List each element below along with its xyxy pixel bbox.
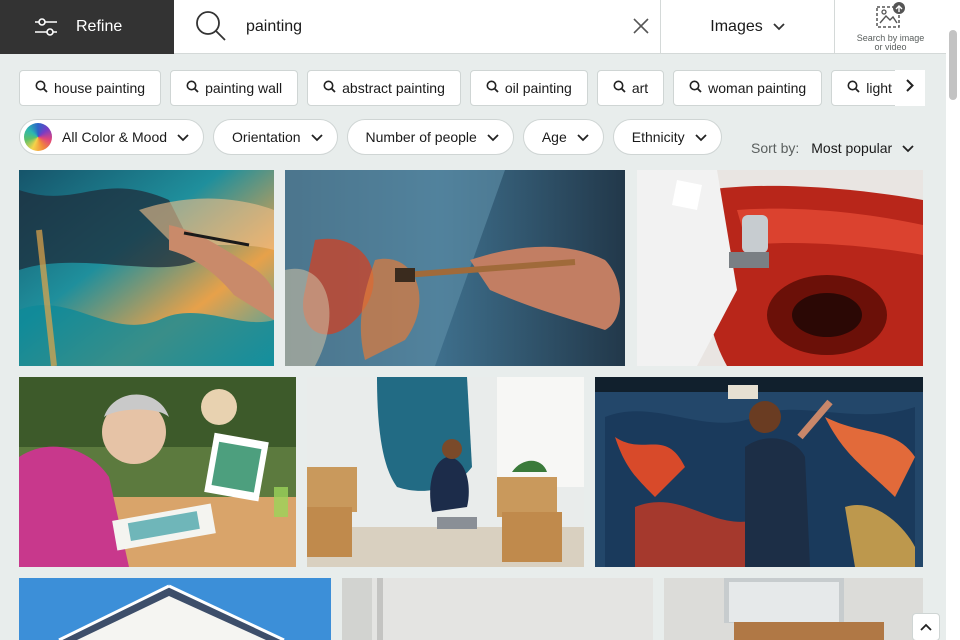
related-chip-label: house painting	[54, 80, 146, 96]
media-type-label: Images	[710, 17, 763, 35]
search-icon	[613, 80, 626, 96]
chevron-down-icon	[695, 129, 707, 145]
chevron-down-icon	[310, 129, 323, 145]
result-image[interactable]	[664, 578, 923, 640]
result-image[interactable]	[595, 377, 923, 567]
brush-painting-image	[285, 170, 625, 366]
senior-woman-painting-image	[19, 377, 296, 567]
vertical-scrollbar[interactable]	[946, 0, 960, 640]
result-image[interactable]	[285, 170, 625, 366]
age-filter[interactable]: Age	[522, 119, 604, 155]
search-by-image-label-2: or video	[874, 42, 907, 52]
window-sill-image	[664, 578, 923, 640]
chevron-down-icon	[773, 18, 785, 36]
related-chip[interactable]: abstract painting	[307, 70, 461, 106]
house-roof-image	[19, 578, 331, 640]
abstract-painting-hand-image	[19, 170, 274, 366]
chevron-down-icon	[902, 140, 914, 156]
sliders-icon	[34, 17, 58, 37]
clear-search-icon[interactable]	[632, 17, 650, 40]
wall-painting-room-image	[307, 377, 584, 567]
search-input[interactable]	[246, 17, 626, 36]
man-mural-painting-image	[595, 377, 923, 567]
chevron-down-icon	[177, 129, 189, 145]
number-of-people-filter[interactable]: Number of people	[346, 119, 514, 155]
search-icon	[847, 80, 860, 96]
search-icon	[194, 9, 228, 48]
media-type-select[interactable]: Images	[660, 0, 834, 53]
search-icon	[35, 80, 48, 96]
related-chip-label: art	[631, 80, 649, 96]
ethnicity-label: Ethnicity	[631, 129, 685, 145]
related-chip[interactable]: art	[596, 70, 665, 106]
result-image[interactable]	[637, 170, 923, 366]
chevron-down-icon	[577, 129, 589, 145]
search-icon	[323, 80, 336, 96]
refine-button[interactable]: Refine	[0, 0, 174, 54]
search-by-image-button[interactable]: Search by image or video	[834, 0, 946, 53]
related-chip[interactable]: woman painting	[673, 70, 823, 106]
result-image[interactable]	[342, 578, 653, 640]
related-chip-label: abstract painting	[342, 80, 445, 96]
car-spray-painting-image	[637, 170, 923, 366]
age-label: Age	[541, 129, 567, 145]
related-chip[interactable]: oil painting	[469, 70, 588, 106]
filter-bar: All Color & Mood Orientation Number of p…	[19, 119, 722, 155]
top-bar: Refine Images	[0, 0, 946, 54]
refine-label: Refine	[76, 18, 123, 35]
result-image[interactable]	[19, 578, 331, 640]
scrollbar-thumb[interactable]	[949, 30, 957, 100]
chevron-up-icon	[920, 618, 932, 636]
orientation-filter[interactable]: Orientation	[213, 119, 338, 155]
search-icon	[486, 80, 499, 96]
sort-select[interactable]: Most popular	[811, 140, 914, 156]
related-chip-label: woman painting	[708, 80, 807, 96]
related-chip-label: painting wall	[205, 80, 283, 96]
search-icon	[186, 80, 199, 96]
related-chip[interactable]: house painting	[19, 70, 162, 106]
sort-value: Most popular	[811, 140, 893, 156]
color-mood-filter[interactable]: All Color & Mood	[19, 119, 205, 155]
back-to-top-button[interactable]	[912, 613, 940, 640]
chips-scroll-next-button[interactable]	[895, 70, 925, 106]
result-image[interactable]	[19, 170, 274, 366]
sort-control: Sort by: Most popular	[751, 140, 914, 156]
related-chip-label: oil painting	[504, 80, 572, 96]
related-searches: house painting painting wall abstract pa…	[19, 70, 924, 106]
search-icon	[689, 80, 702, 96]
ethnicity-filter[interactable]: Ethnicity	[612, 119, 722, 155]
result-image[interactable]	[307, 377, 584, 567]
number-of-people-label: Number of people	[365, 129, 477, 145]
color-mood-label: All Color & Mood	[62, 129, 168, 145]
related-chip[interactable]: painting wall	[170, 70, 299, 106]
color-swatch-icon	[24, 123, 52, 151]
chevron-right-icon	[906, 79, 914, 97]
sort-label: Sort by:	[751, 140, 800, 156]
result-image[interactable]	[19, 377, 296, 567]
orientation-label: Orientation	[232, 129, 301, 145]
chevron-down-icon	[487, 129, 499, 145]
white-interior-image	[342, 578, 653, 640]
image-upload-icon	[874, 1, 908, 34]
search-bar	[174, 0, 660, 53]
